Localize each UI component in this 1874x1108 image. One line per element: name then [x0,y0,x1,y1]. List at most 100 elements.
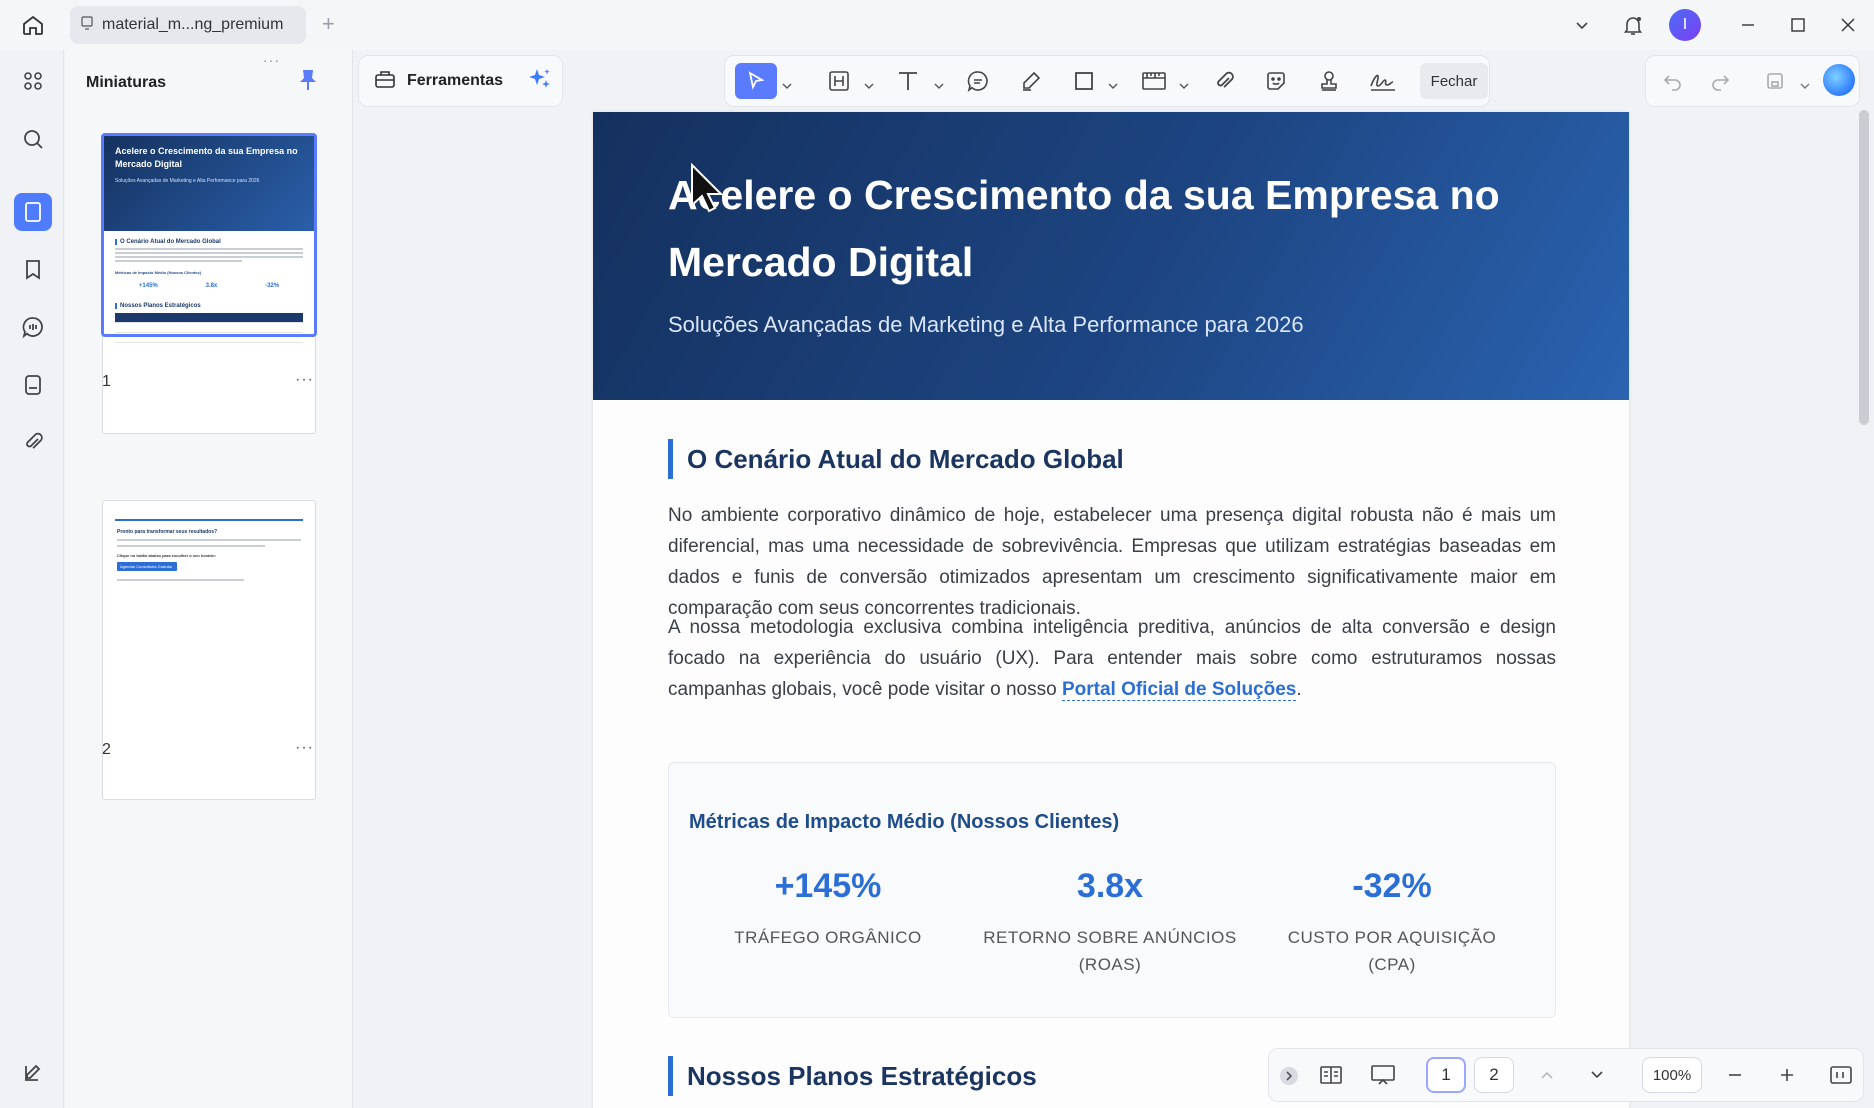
thumbnails-icon[interactable] [14,193,52,231]
metrics-card: Métricas de Impacto Médio (Nossos Client… [668,762,1556,1018]
thumbnail-table-row [115,313,303,323]
left-icon-rail [0,50,64,1108]
zoom-in-icon[interactable] [1774,1057,1800,1093]
stamp-tool-icon[interactable] [1313,63,1345,99]
page-1-button[interactable]: 1 [1426,1057,1466,1093]
thumbnail-text-line [115,248,303,250]
document-tab[interactable]: material_m...ng_premium [70,6,306,44]
thumbnail-metric: -32% [265,283,280,289]
thumbnail-more-button[interactable]: ··· [295,371,314,389]
save-icon[interactable] [1762,68,1788,94]
select-tool-button[interactable] [735,63,777,99]
thumbnail-page-2[interactable]: Pronto para transformar seus resultados?… [102,500,316,800]
mouse-cursor [690,162,724,218]
document-tab-icon [80,15,94,35]
vertical-scrollbar[interactable] [1859,110,1869,425]
chevron-down-icon[interactable] [1179,77,1189,89]
new-tab-button[interactable]: + [322,12,335,36]
thumbnail-metric: 3.8x [205,283,218,289]
notification-bell-icon[interactable] [1618,8,1648,42]
zoom-level[interactable]: 100% [1642,1057,1702,1093]
pdf-page: Acelere o Crescimento da sua Empresa no … [593,112,1629,1108]
thumbnail-page-number: 1 [102,373,111,390]
undo-icon[interactable] [1660,68,1686,94]
attach-file-tool-icon[interactable] [1208,63,1240,99]
metric-item: -32% CUSTO POR AQUISIÇÃO (CPA) [1251,867,1533,978]
page-2-button[interactable]: 2 [1474,1057,1514,1093]
thumbnail-title: Acelere o Crescimento da sua Empresa no … [115,146,298,169]
thumbnail-rule [115,519,303,521]
fit-page-icon[interactable] [1826,1057,1856,1093]
tabs-dropdown-button[interactable] [1568,8,1596,42]
comment-tool-icon[interactable] [962,63,994,99]
section-heading: Nossos Planos Estratégicos [668,1056,1037,1096]
metric-item: +145% TRÁFEGO ORGÂNICO [687,867,969,951]
ai-sparkle-icon[interactable] [527,66,553,97]
user-avatar[interactable]: I [1668,8,1702,42]
expand-nav-icon[interactable] [1278,1058,1300,1094]
pin-icon[interactable] [297,68,319,97]
banner-title: Acelere o Crescimento da sua Empresa no … [668,172,1500,285]
thumbnail-table-row [115,333,303,343]
signature-tool-icon[interactable] [1365,63,1401,99]
chevron-down-icon[interactable] [864,77,874,89]
thumbnail-table [115,313,303,343]
thumbnail-text-line [117,539,301,541]
search-icon[interactable] [14,120,52,158]
portal-link[interactable]: Portal Oficial de Soluções [1061,679,1297,701]
ai-assistant-icon[interactable] [1823,64,1855,96]
thumbnails-panel: ··· Miniaturas Acelere o Crescimento da … [65,50,353,1108]
redo-icon[interactable] [1707,68,1733,94]
close-window-button[interactable] [1834,8,1862,42]
thumbnail-text-line [115,252,303,254]
thumbnail-cta-button: Agendar Consultoria Gratuita [117,562,177,571]
apps-grid-icon[interactable] [14,62,52,100]
zoom-out-icon[interactable] [1722,1057,1748,1093]
two-page-view-icon[interactable] [1316,1057,1346,1093]
thumbnail-page-1[interactable]: Acelere o Crescimento da sua Empresa no … [102,134,316,434]
text-tool-icon[interactable] [892,63,924,99]
bookmark-icon[interactable] [14,250,52,288]
chevron-down-icon[interactable] [934,77,944,89]
next-page-icon[interactable] [1585,1057,1609,1093]
maximize-button[interactable] [1784,8,1812,42]
thumbnail-text-line [115,260,243,262]
paragraph: No ambiente corporativo dinâmico de hoje… [668,505,1556,619]
tools-label: Ferramentas [407,72,504,89]
metric-label: RETORNO SOBRE ANÚNCIOS (ROAS) [983,928,1237,974]
thumbnail-cta-title: Clique no botão abaixo para escolher o s… [117,553,216,558]
pages-icon[interactable] [14,366,52,404]
chevron-down-icon[interactable] [1108,77,1118,89]
comments-icon[interactable] [14,308,52,346]
thumbnail-more-button[interactable]: ··· [295,739,314,757]
metric-label: CUSTO POR AQUISIÇÃO (CPA) [1287,928,1497,974]
paragraph-end: . [1296,679,1302,700]
presentation-icon[interactable] [1368,1057,1398,1093]
side-panel-toggle-icon[interactable] [14,1054,52,1092]
home-icon[interactable] [18,10,48,40]
minimize-button[interactable] [1734,8,1762,42]
metric-value: +145% [774,867,882,905]
metric-label: TRÁFEGO ORGÂNICO [734,928,922,947]
attachment-icon[interactable] [14,423,52,461]
previous-page-icon[interactable] [1535,1057,1559,1093]
close-tools-button[interactable]: Fechar [1420,63,1488,99]
document-tab-title: material_m...ng_premium [102,16,284,33]
measure-tool-icon[interactable] [1137,63,1171,99]
panel-grip[interactable]: ··· [263,52,280,68]
thumbnail-metric: +145% [138,283,158,289]
chevron-down-icon[interactable] [1800,77,1810,89]
thumbnail-metrics-title: Métricas de Impacto Médio (Nossos Client… [115,270,202,275]
metrics-title: Métricas de Impacto Médio (Nossos Client… [689,811,1120,833]
text-box-tool-icon[interactable] [823,63,855,99]
sticker-tool-icon[interactable] [1260,63,1292,99]
highlighter-tool-icon[interactable] [1015,63,1047,99]
paragraph: A nossa metodologia exclusiva combina in… [668,612,1556,705]
tools-button[interactable]: Ferramentas [358,55,563,107]
page-banner: Acelere o Crescimento da sua Empresa no … [593,112,1629,400]
chevron-down-icon[interactable] [782,77,792,89]
title-bar: material_m...ng_premium + I [0,0,1874,50]
thumbnail-text-line [117,579,245,581]
section-heading: O Cenário Atual do Mercado Global [668,439,1124,479]
rectangle-tool-icon[interactable] [1068,63,1100,99]
